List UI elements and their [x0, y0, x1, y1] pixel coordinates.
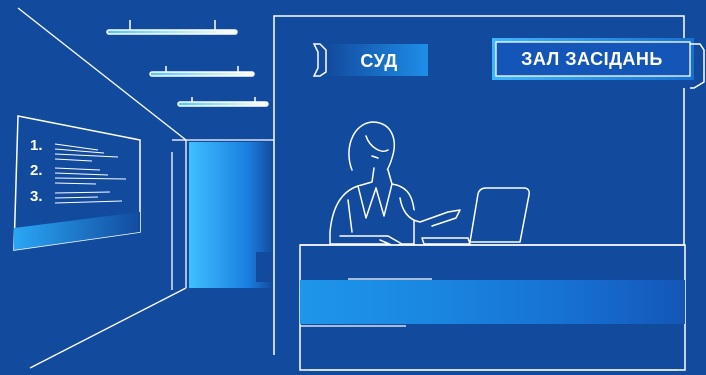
ceiling-lamps [106, 20, 269, 107]
board-item-2-number: 2. [30, 162, 43, 179]
board-item-1-number: 1. [30, 137, 43, 154]
judge-figure [329, 121, 461, 247]
corridor-doorway [189, 142, 296, 288]
board-item-3-number: 3. [30, 188, 43, 205]
info-board-lines [54, 143, 127, 204]
judge-desk [299, 244, 686, 371]
courtroom-illustration: СУД ЗАЛ ЗАСІДАНЬ 1. 2. 3. [0, 0, 706, 375]
hearing-room-sign-label: ЗАЛ ЗАСІДАНЬ [521, 49, 663, 69]
court-sign-label: СУД [360, 51, 398, 71]
